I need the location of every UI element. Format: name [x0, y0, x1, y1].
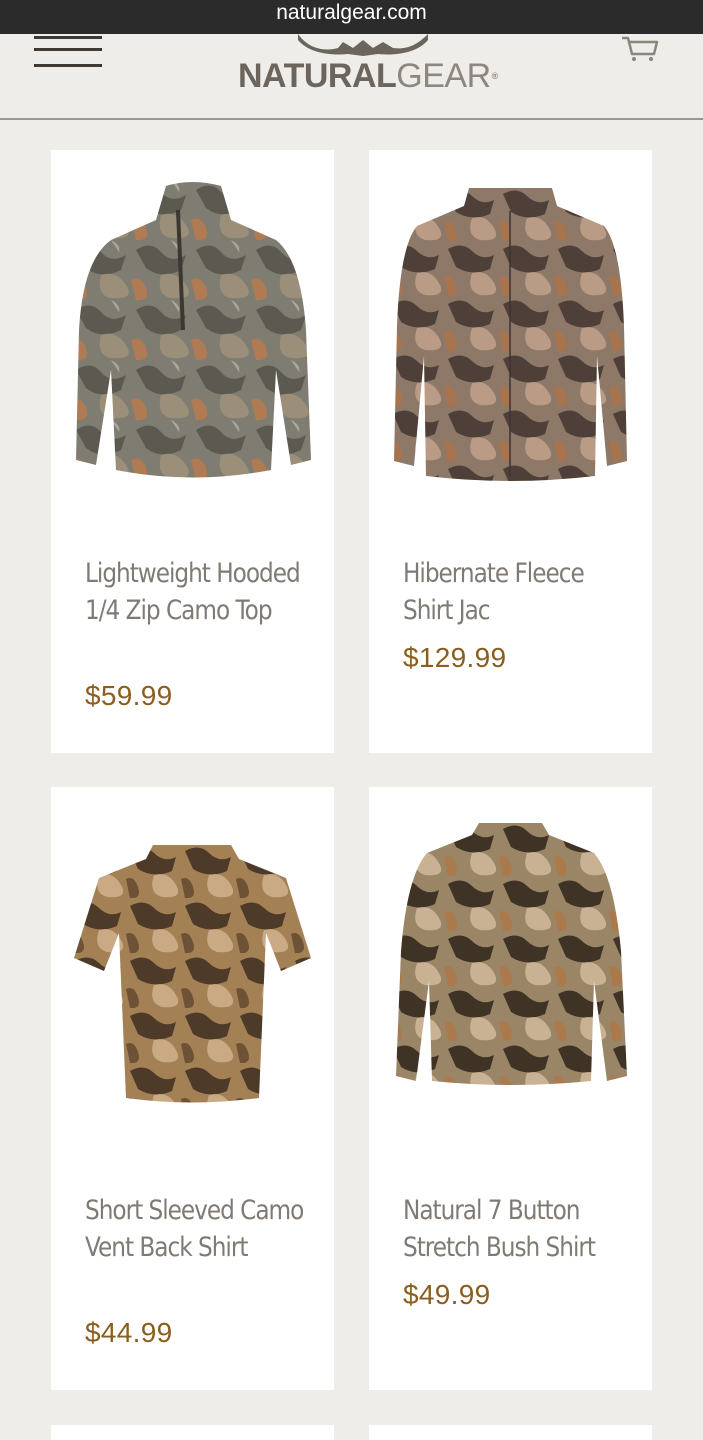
- camo-short-sleeve-shirt-icon: [74, 845, 311, 1103]
- product-name[interactable]: Natural 7 Button Stretch Bush Shirt: [403, 1192, 633, 1266]
- camo-hooded-quarter-zip-icon: [76, 182, 311, 478]
- product-price: $44.99: [85, 1317, 173, 1348]
- camo-bush-shirt-icon: [396, 823, 627, 1085]
- product-name[interactable]: Short Sleeved Camo Vent Back Shirt: [85, 1192, 315, 1266]
- product-card[interactable]: Hibernate Fleece Shirt Jac $129.99: [369, 150, 652, 753]
- shopping-cart-icon[interactable]: [620, 34, 660, 62]
- product-price: $129.99: [403, 642, 507, 673]
- product-card[interactable]: Natural 7 Button Stretch Bush Shirt $49.…: [369, 787, 652, 1390]
- product-card[interactable]: Lightweight Hooded 1/4 Zip Camo Top $59.…: [51, 150, 334, 753]
- logo-animal-mark-icon: [298, 34, 428, 56]
- browser-url-bar[interactable]: naturalgear.com: [0, 0, 703, 34]
- naturalgear-logo[interactable]: NATURALGEAR®: [238, 34, 498, 96]
- product-name[interactable]: Lightweight Hooded 1/4 Zip Camo Top: [85, 555, 315, 629]
- url-text: naturalgear.com: [276, 1, 427, 24]
- product-price: $59.99: [85, 680, 173, 711]
- site-header: NATURALGEAR®: [0, 34, 703, 120]
- product-card[interactable]: [51, 1425, 334, 1440]
- menu-hamburger-icon[interactable]: [34, 36, 102, 68]
- product-card[interactable]: Short Sleeved Camo Vent Back Shirt $44.9…: [51, 787, 334, 1390]
- product-name[interactable]: Hibernate Fleece Shirt Jac: [403, 555, 633, 629]
- logo-wordmark: NATURALGEAR®: [238, 57, 498, 95]
- product-price: $49.99: [403, 1279, 491, 1310]
- product-card[interactable]: [369, 1425, 652, 1440]
- camo-fleece-shirt-jac-icon: [394, 188, 627, 481]
